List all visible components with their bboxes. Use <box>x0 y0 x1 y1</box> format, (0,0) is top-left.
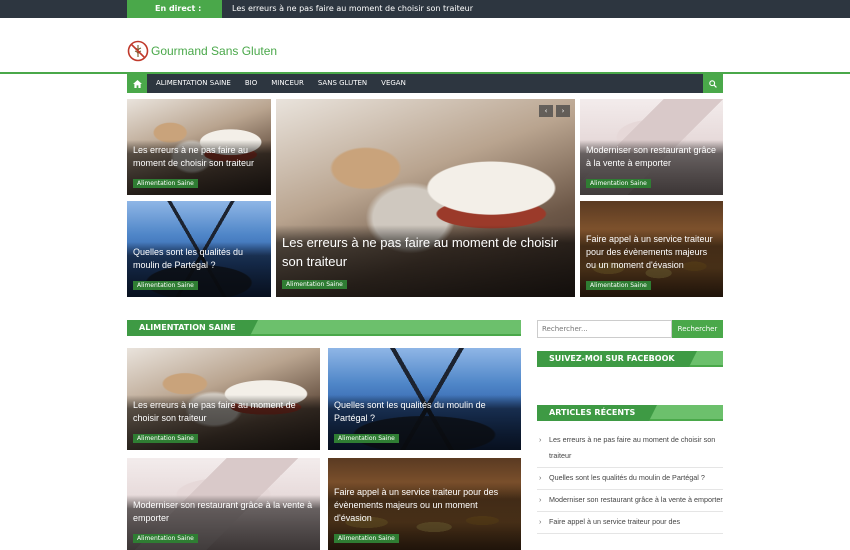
chevron-left-icon: ‹ <box>544 107 548 115</box>
category-badge[interactable]: Alimentation Saine <box>334 534 399 543</box>
featured-slide-main[interactable]: Les erreurs à ne pas faire au moment de … <box>276 99 575 297</box>
no-wheat-logo-icon <box>127 40 149 62</box>
home-button[interactable] <box>127 74 147 93</box>
recent-posts-list: Les erreurs à ne pas faire au moment de … <box>537 430 723 534</box>
ticker-bar: En direct : Les erreurs à ne pas faire a… <box>0 0 850 18</box>
tile-title[interactable]: Moderniser son restaurant grâce à la ven… <box>586 144 717 170</box>
search-icon <box>709 79 717 88</box>
facebook-widget-header: SUIVEZ-MOI SUR FACEBOOK <box>537 351 723 367</box>
tile-title[interactable]: Les erreurs à ne pas faire au moment de … <box>133 144 265 170</box>
section-header: ALIMENTATION SAINE <box>127 320 521 336</box>
sidebar-search-button[interactable]: Rechercher <box>672 320 723 338</box>
post-title[interactable]: Quelles sont les qualités du moulin de P… <box>334 399 515 425</box>
recent-posts-header: ARTICLES RÉCENTS <box>537 405 723 421</box>
category-badge[interactable]: Alimentation Saine <box>133 179 198 188</box>
site-title: Gourmand Sans Gluten <box>151 44 278 58</box>
tile-title[interactable]: Faire appel à un service traiteur pour d… <box>586 233 717 272</box>
nav-item-minceur[interactable]: MINCEUR <box>264 74 311 93</box>
category-badge[interactable]: Alimentation Saine <box>133 281 198 290</box>
main-nav: ALIMENTATION SAINE BIO MINCEUR SANS GLUT… <box>127 74 723 93</box>
post-card[interactable]: Faire appel à un service traiteur pour d… <box>328 458 521 550</box>
nav-item-alimentation-saine[interactable]: ALIMENTATION SAINE <box>149 74 238 93</box>
category-badge[interactable]: Alimentation Saine <box>586 179 651 188</box>
featured-tile[interactable]: Faire appel à un service traiteur pour d… <box>580 201 723 297</box>
slider-next-button[interactable]: › <box>556 105 570 117</box>
nav-item-sans-gluten[interactable]: SANS GLUTEN <box>311 74 374 93</box>
home-icon <box>132 79 142 88</box>
category-badge[interactable]: Alimentation Saine <box>133 434 198 443</box>
recent-post-link[interactable]: Faire appel à un service traiteur pour d… <box>537 512 723 534</box>
ticker-label: En direct : <box>127 0 222 18</box>
slide-title[interactable]: Les erreurs à ne pas faire au moment de … <box>282 233 569 271</box>
widget-title: SUIVEZ-MOI SUR FACEBOOK <box>537 351 697 367</box>
category-badge[interactable]: Alimentation Saine <box>133 534 198 543</box>
nav-search-button[interactable] <box>703 74 723 93</box>
category-badge[interactable]: Alimentation Saine <box>586 281 651 290</box>
widget-title: ARTICLES RÉCENTS <box>537 405 658 421</box>
post-title[interactable]: Faire appel à un service traiteur pour d… <box>334 486 515 525</box>
post-card[interactable]: Quelles sont les qualités du moulin de P… <box>328 348 521 450</box>
recent-post-link[interactable]: Les erreurs à ne pas faire au moment de … <box>537 430 723 468</box>
post-title[interactable]: Moderniser son restaurant grâce à la ven… <box>133 499 314 525</box>
post-title[interactable]: Les erreurs à ne pas faire au moment de … <box>133 399 314 425</box>
featured-tile[interactable]: Quelles sont les qualités du moulin de P… <box>127 201 271 297</box>
featured-tile[interactable]: Moderniser son restaurant grâce à la ven… <box>580 99 723 195</box>
ticker-headline-link[interactable]: Les erreurs à ne pas faire au moment de … <box>232 0 473 18</box>
post-card[interactable]: Les erreurs à ne pas faire au moment de … <box>127 348 320 450</box>
nav-item-bio[interactable]: BIO <box>238 74 264 93</box>
featured-tile[interactable]: Les erreurs à ne pas faire au moment de … <box>127 99 271 195</box>
nav-item-vegan[interactable]: VEGAN <box>374 74 413 93</box>
chevron-right-icon: › <box>561 107 565 115</box>
category-badge[interactable]: Alimentation Saine <box>334 434 399 443</box>
tile-title[interactable]: Quelles sont les qualités du moulin de P… <box>133 246 265 272</box>
category-badge[interactable]: Alimentation Saine <box>282 280 347 289</box>
section-title[interactable]: ALIMENTATION SAINE <box>127 320 258 336</box>
sidebar-search-input[interactable]: Rechercher... <box>537 320 672 338</box>
recent-post-link[interactable]: Quelles sont les qualités du moulin de P… <box>537 468 723 490</box>
slider-prev-button[interactable]: ‹ <box>539 105 553 117</box>
recent-post-link[interactable]: Moderniser son restaurant grâce à la ven… <box>537 490 723 512</box>
site-brand[interactable]: Gourmand Sans Gluten <box>127 39 277 63</box>
post-card[interactable]: Moderniser son restaurant grâce à la ven… <box>127 458 320 550</box>
